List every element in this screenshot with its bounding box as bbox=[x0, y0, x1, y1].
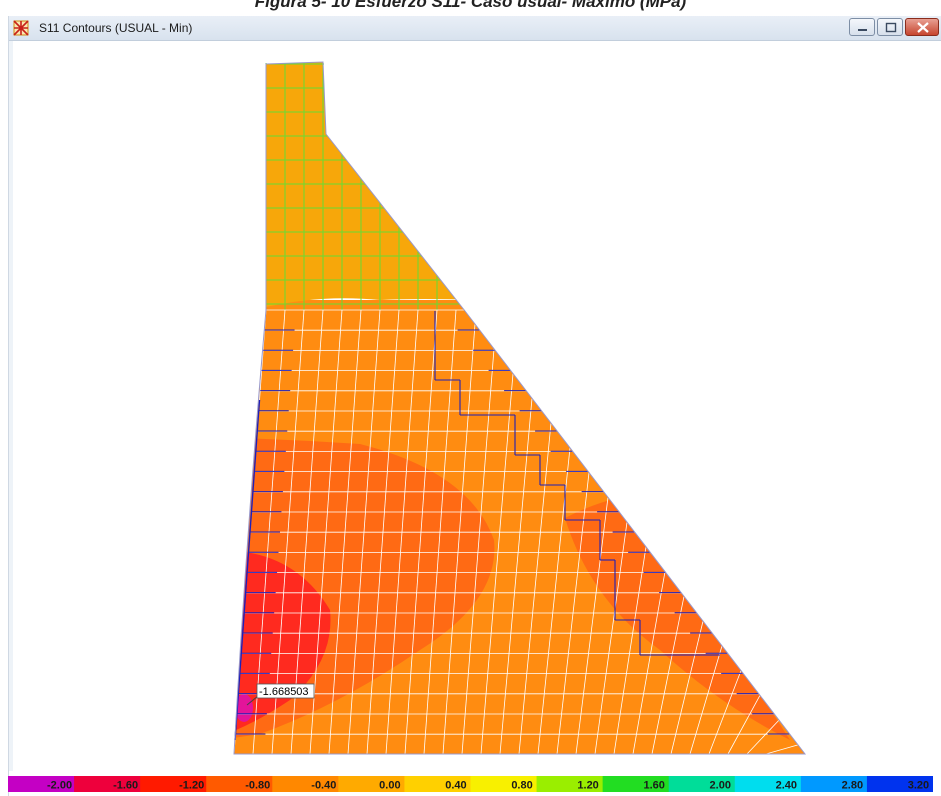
contour-fill bbox=[234, 62, 805, 754]
legend-label: 2.00 bbox=[710, 780, 731, 792]
legend-label: 1.20 bbox=[577, 780, 598, 792]
legend-label: -1.60 bbox=[113, 780, 138, 792]
legend-label: 0.40 bbox=[445, 780, 466, 792]
legend-label: 0.80 bbox=[511, 780, 532, 792]
legend-label: -0.40 bbox=[311, 780, 336, 792]
legend-label: -2.00 bbox=[47, 780, 72, 792]
legend-label: 2.80 bbox=[842, 780, 863, 792]
contour-plot[interactable]: -1.668503 bbox=[0, 0, 941, 796]
contour-top-block bbox=[234, 62, 480, 308]
legend-label: 3.20 bbox=[908, 780, 929, 792]
legend-label: -0.80 bbox=[245, 780, 270, 792]
legend-label: 1.60 bbox=[643, 780, 664, 792]
legend-label: -1.20 bbox=[179, 780, 204, 792]
color-legend: -2.00 -1.60 -1.20 -0.80 -0.40 0.00 0.40 0.80 1.2… bbox=[8, 776, 933, 792]
legend-label: 0.00 bbox=[379, 780, 400, 792]
legend-label: 2.40 bbox=[776, 780, 797, 792]
annotation-value: -1.668503 bbox=[259, 686, 309, 698]
